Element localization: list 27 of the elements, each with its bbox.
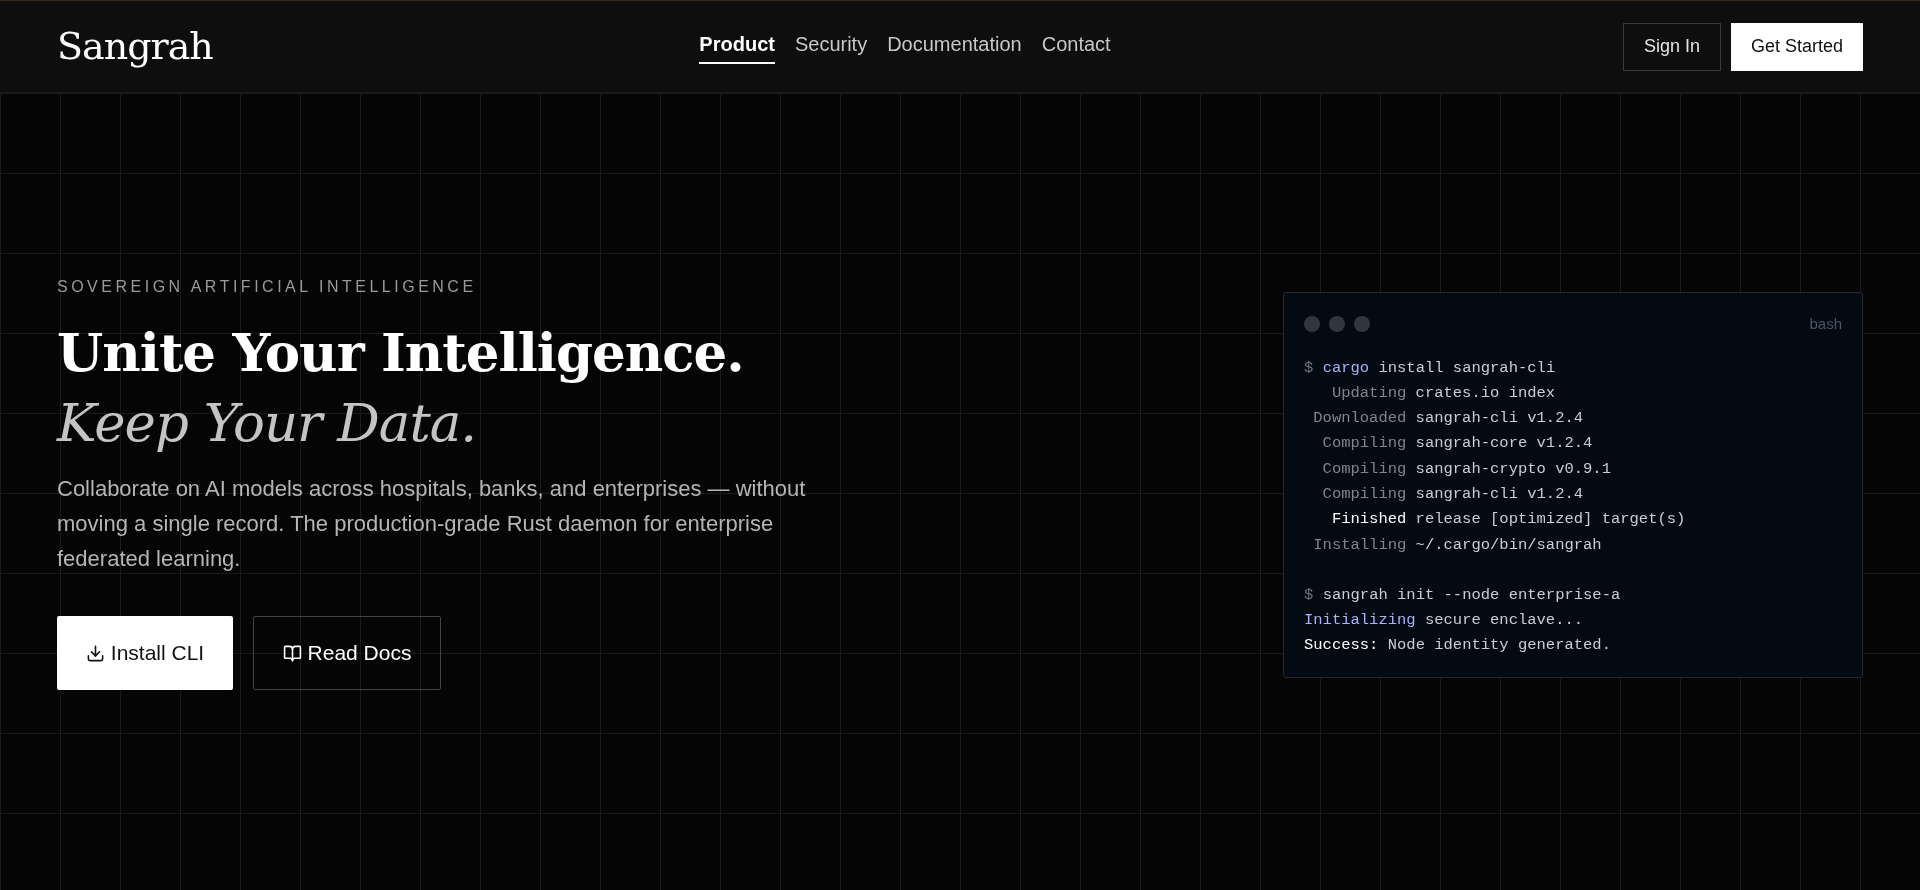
terminal-line: Compiling sangrah-crypto v0.9.1 xyxy=(1321,458,1612,480)
terminal-line: Initializing secure enclave... xyxy=(1304,610,1585,632)
nav-link[interactable]: Product xyxy=(699,29,775,64)
install-cli-button[interactable]: Install CLI xyxy=(57,616,233,690)
terminal-line: Updating crates.io index xyxy=(1330,382,1557,404)
terminal-line: Success: Node identity generated. xyxy=(1304,635,1612,657)
hero-description: Collaborate on AI models across hospitals, banks, and enterprises — without moving a single record. The production-grade Rust daemon for enterprise federated learning. xyxy=(57,475,807,573)
terminal-line: Installing ~/.cargo/bin/sangrah xyxy=(1312,534,1603,556)
terminal-line: Compiling sangrah-core v1.2.4 xyxy=(1321,433,1594,455)
get-started-button[interactable]: Get Started xyxy=(1730,22,1863,71)
nav-link[interactable]: Contact xyxy=(1041,29,1111,64)
hero-subtitle: Keep Your Data. xyxy=(57,391,478,455)
logo[interactable]: Sangrah xyxy=(57,18,577,75)
terminal-line: Compiling sangrah-cli v1.2.4 xyxy=(1321,484,1585,505)
sign-in-button[interactable]: Sign In xyxy=(1622,22,1721,71)
read-docs-button[interactable]: Read Docs xyxy=(253,616,441,690)
download-icon xyxy=(85,643,105,663)
hero-title: Unite Your Intelligence. xyxy=(57,320,745,385)
terminal-title: bash xyxy=(1809,314,1842,334)
nav-link[interactable]: Security xyxy=(794,29,868,64)
terminal-line: Downloaded sangrah-cli v1.2.4 xyxy=(1312,408,1585,430)
terminal-line: $ cargo install sangrah-cli xyxy=(1304,357,1557,379)
terminal-line: Finished release [optimized] target(s) xyxy=(1330,509,1687,531)
book-icon xyxy=(282,643,302,663)
eyebrow-text: SOVEREIGN ARTIFICIAL INTELLIGENCE xyxy=(57,277,478,297)
terminal-line: $ sangrah init --node enterprise-a xyxy=(1304,584,1622,606)
nav-link[interactable]: Documentation xyxy=(887,29,1022,64)
